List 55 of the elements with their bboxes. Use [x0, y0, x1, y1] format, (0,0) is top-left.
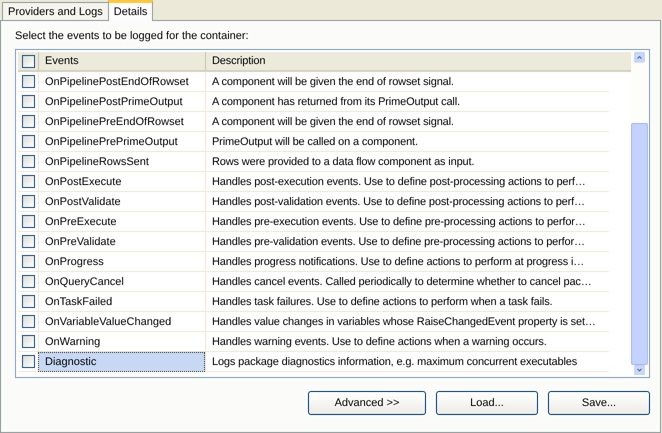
event-name-cell[interactable]: OnPipelinePostEndOfRowset	[38, 72, 205, 92]
tab[interactable]: Details	[108, 0, 154, 21]
description-cell: Handles cancel events. Called periodically to determine whether to cancel pac…	[205, 272, 609, 292]
event-name-cell[interactable]: OnPreExecute	[38, 212, 205, 232]
description-cell: Handles pre-validation events. Use to define pre-processing actions to perfor…	[205, 232, 609, 252]
tab[interactable]: Providers and Logs	[2, 2, 109, 20]
event-name-cell[interactable]: Diagnostic	[38, 352, 205, 372]
event-checkbox[interactable]	[22, 115, 34, 128]
description-cell: Handles post-validation events. Use to define post-processing actions to perf…	[205, 192, 609, 212]
event-name-cell[interactable]: OnQueryCancel	[38, 272, 205, 292]
dialog-button[interactable]: Save...	[548, 391, 650, 415]
select-all-checkbox[interactable]	[22, 54, 34, 68]
event-name-cell[interactable]: OnPipelinePreEndOfRowset	[38, 112, 205, 132]
description-cell: Handles task failures. Use to define actions to perform when a task fails.	[205, 292, 609, 312]
event-checkbox[interactable]	[22, 295, 34, 308]
event-name-cell[interactable]: OnPipelineRowsSent	[38, 152, 205, 172]
event-name-cell[interactable]: OnVariableValueChanged	[38, 312, 205, 332]
description-cell: Handles value changes in variables whose RaiseChangedEvent property is set…	[205, 312, 609, 332]
event-checkbox[interactable]	[22, 275, 34, 288]
event-checkbox[interactable]	[22, 315, 34, 328]
description-cell: A component will be given the end of rowset signal.	[205, 112, 609, 132]
dialog-button[interactable]: Load...	[436, 391, 538, 415]
dialog-button[interactable]: Advanced >>	[308, 391, 426, 415]
column-header[interactable]: Description	[205, 52, 609, 70]
event-checkbox[interactable]	[22, 75, 34, 88]
event-name-cell[interactable]: OnProgress	[38, 252, 205, 272]
vertical-scrollbar[interactable]	[631, 52, 648, 375]
description-cell: A component will be given the end of rowset signal.	[205, 72, 609, 92]
description-cell: A component has returned from its PrimeOutput call.	[205, 92, 609, 112]
event-checkbox[interactable]	[22, 135, 34, 148]
instruction-text: Select the events to be logged for the container:	[15, 30, 249, 42]
description-cell: Handles warning events. Use to define actions when a warning occurs.	[205, 332, 609, 352]
event-checkbox[interactable]	[22, 175, 34, 188]
description-cell: Handles progress notifications. Use to define actions to perform at progress i…	[205, 252, 609, 272]
event-name-cell[interactable]: OnTaskFailed	[38, 292, 205, 312]
event-checkbox[interactable]	[22, 215, 34, 228]
event-name-cell[interactable]: OnPreValidate	[38, 232, 205, 252]
description-cell: Handles pre-execution events. Use to define pre-processing actions to perfor…	[205, 212, 609, 232]
event-name-cell[interactable]: OnPipelinePostPrimeOutput	[38, 92, 205, 112]
column-header[interactable]: Events	[38, 52, 205, 70]
description-cell: Logs package diagnostics information, e.g. maximum concurrent executables	[205, 352, 609, 372]
description-cell: Rows were provided to a data flow component as input.	[205, 152, 609, 172]
scroll-thumb[interactable]	[631, 122, 648, 364]
event-checkbox[interactable]	[22, 335, 34, 348]
description-cell: PrimeOutput will be called on a component.	[205, 132, 609, 152]
event-checkbox[interactable]	[22, 195, 34, 208]
event-name-cell[interactable]: OnPostValidate	[38, 192, 205, 212]
event-checkbox[interactable]	[22, 155, 34, 168]
event-checkbox[interactable]	[22, 255, 34, 268]
event-checkbox[interactable]	[22, 355, 34, 368]
event-checkbox[interactable]	[22, 95, 34, 108]
event-name-cell[interactable]: OnPipelinePrePrimeOutput	[38, 132, 205, 152]
event-checkbox[interactable]	[22, 235, 34, 248]
event-name-cell[interactable]: OnPostExecute	[38, 172, 205, 192]
description-cell: Handles post-execution events. Use to define post-processing actions to perf…	[205, 172, 609, 192]
